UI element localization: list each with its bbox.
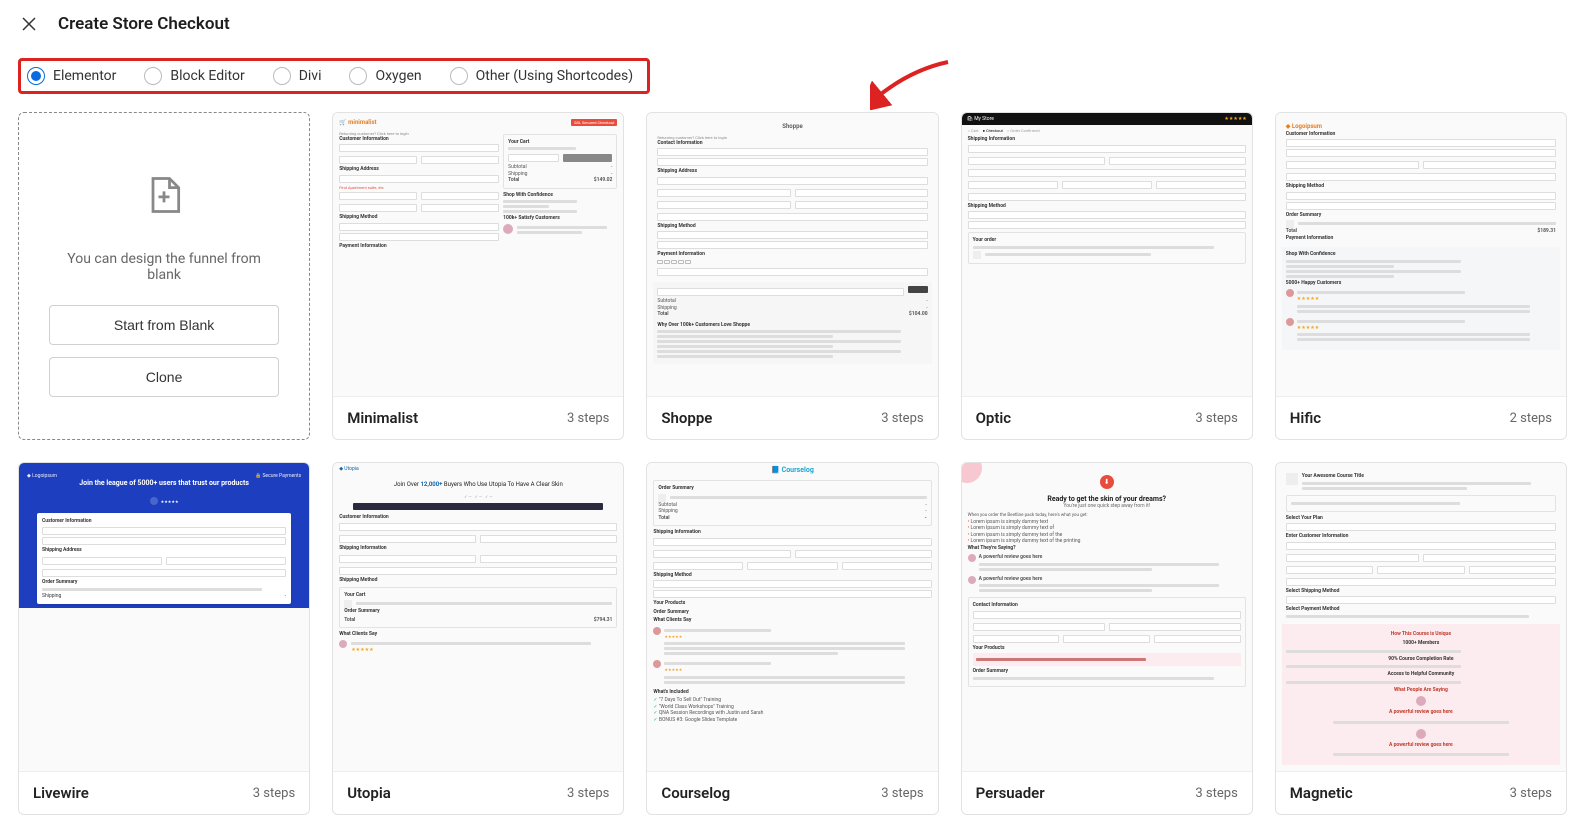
template-preview: 🛒 minimalist SSL Secured Checkout Return…: [333, 113, 623, 396]
template-card-optic[interactable]: 🛍 My Store★★★★★ ○ Cart ● Checkout ○ Orde…: [961, 112, 1253, 440]
template-footer: Persuader 3 steps: [962, 771, 1252, 814]
template-footer: Optic 3 steps: [962, 396, 1252, 439]
template-preview: 📘 Courselog Order Summary Subtotal- Ship…: [647, 463, 937, 771]
template-name: Magnetic: [1290, 784, 1353, 802]
template-footer: Hific 2 steps: [1276, 396, 1566, 439]
editor-tab-label: Block Editor: [170, 68, 244, 84]
editor-tab-other[interactable]: Other (Using Shortcodes): [450, 67, 634, 85]
template-name: Livewire: [33, 784, 89, 802]
dialog-header: Create Store Checkout: [0, 0, 1585, 48]
editor-tab-elementor[interactable]: Elementor: [27, 67, 116, 85]
template-steps: 3 steps: [881, 786, 923, 801]
template-steps: 3 steps: [1195, 786, 1237, 801]
template-footer: Magnetic 3 steps: [1276, 771, 1566, 814]
radio-icon: [27, 67, 45, 85]
template-name: Courselog: [661, 784, 730, 802]
template-footer: Minimalist 3 steps: [333, 396, 623, 439]
template-preview: ⬇ Ready to get the skin of your dreams? …: [962, 463, 1252, 771]
start-from-blank-button[interactable]: Start from Blank: [49, 305, 279, 345]
close-icon[interactable]: [20, 15, 38, 33]
editor-tab-divi[interactable]: Divi: [273, 67, 322, 85]
page-title: Create Store Checkout: [58, 14, 230, 34]
template-card-minimalist[interactable]: 🛒 minimalist SSL Secured Checkout Return…: [332, 112, 624, 440]
template-steps: 2 steps: [1510, 411, 1552, 426]
template-card-persuader[interactable]: ⬇ Ready to get the skin of your dreams? …: [961, 462, 1253, 815]
template-card-courselog[interactable]: 📘 Courselog Order Summary Subtotal- Ship…: [646, 462, 938, 815]
editor-tab-block-editor[interactable]: Block Editor: [144, 67, 244, 85]
template-preview: ◆ Logoipsum Customer Information Shippin…: [1276, 113, 1566, 396]
editor-tab-oxygen[interactable]: Oxygen: [349, 67, 421, 85]
template-card-magnetic[interactable]: Your Awesome Course Title Select Your Pl…: [1275, 462, 1567, 815]
template-footer: Livewire 3 steps: [19, 771, 309, 814]
editor-tab-label: Divi: [299, 68, 322, 84]
template-steps: 3 steps: [881, 411, 923, 426]
template-footer: Utopia 3 steps: [333, 771, 623, 814]
radio-icon: [273, 67, 291, 85]
template-name: Hific: [1290, 409, 1321, 427]
template-name: Persuader: [976, 784, 1045, 802]
preview-logo: minimalist: [348, 119, 376, 126]
new-file-icon: [142, 173, 186, 217]
template-footer: Shoppe 3 steps: [647, 396, 937, 439]
template-footer: Courselog 3 steps: [647, 771, 937, 814]
template-preview: Your Awesome Course Title Select Your Pl…: [1276, 463, 1566, 771]
template-name: Utopia: [347, 784, 391, 802]
template-steps: 3 steps: [1195, 411, 1237, 426]
template-name: Optic: [976, 409, 1012, 427]
template-card-utopia[interactable]: ◆ Utopia Join Over 12,000+ Buyers Who Us…: [332, 462, 624, 815]
template-preview: 🛍 My Store★★★★★ ○ Cart ● Checkout ○ Orde…: [962, 113, 1252, 396]
template-steps: 3 steps: [567, 786, 609, 801]
editor-tab-label: Elementor: [53, 68, 116, 84]
editor-tab-label: Other (Using Shortcodes): [476, 68, 634, 84]
annotation-arrow-icon: [870, 60, 950, 110]
template-preview: Shoppe Returning customer? Click here to…: [647, 113, 937, 396]
ssl-badge: SSL Secured Checkout: [571, 119, 617, 126]
template-card-shoppe[interactable]: Shoppe Returning customer? Click here to…: [646, 112, 938, 440]
radio-icon: [450, 67, 468, 85]
template-card-livewire[interactable]: ◆ Logoipsum🔒 Secure Payments Join the le…: [18, 462, 310, 815]
clone-button[interactable]: Clone: [49, 357, 279, 397]
template-steps: 3 steps: [1510, 786, 1552, 801]
template-steps: 3 steps: [253, 786, 295, 801]
template-preview: ◆ Utopia Join Over 12,000+ Buyers Who Us…: [333, 463, 623, 771]
template-steps: 3 steps: [567, 411, 609, 426]
template-name: Minimalist: [347, 409, 418, 427]
editor-selector: Elementor Block Editor Divi Oxygen Other…: [18, 58, 650, 94]
blank-template-card: You can design the funnel from blank Sta…: [18, 112, 310, 440]
editor-tab-label: Oxygen: [375, 68, 421, 84]
template-name: Shoppe: [661, 409, 712, 427]
template-card-hific[interactable]: ◆ Logoipsum Customer Information Shippin…: [1275, 112, 1567, 440]
radio-icon: [144, 67, 162, 85]
template-preview: ◆ Logoipsum🔒 Secure Payments Join the le…: [19, 463, 309, 771]
radio-icon: [349, 67, 367, 85]
blank-description: You can design the funnel from blank: [49, 251, 279, 283]
templates-grid: You can design the funnel from blank Sta…: [0, 112, 1585, 835]
